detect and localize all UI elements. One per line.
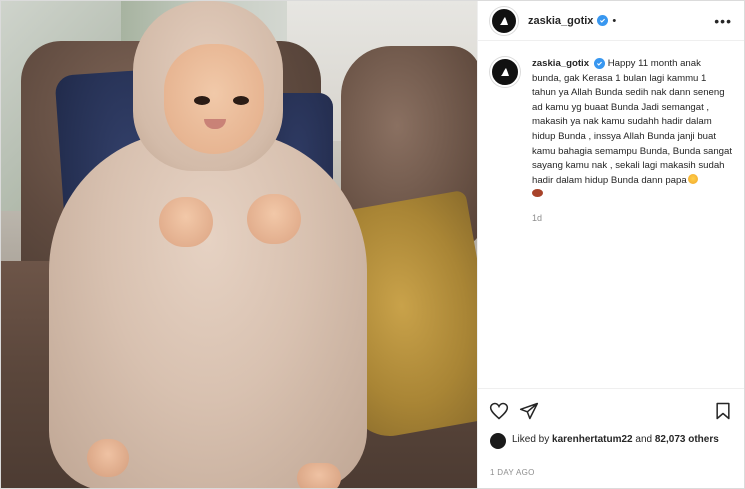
rugby-ball-emoji-icon — [532, 189, 543, 198]
baby-foot-right — [297, 463, 341, 488]
baby-hand-right — [247, 194, 301, 244]
comments-section: zaskia_gotix Happy 11 month anak bunda, … — [478, 41, 744, 388]
paper-plane-icon — [519, 402, 539, 419]
avatar[interactable] — [490, 6, 518, 35]
smiling-face-emoji-icon — [687, 173, 698, 184]
likes-joiner: and — [635, 434, 653, 445]
post-photo[interactable] — [1, 1, 477, 488]
baby-face — [164, 44, 264, 154]
bookmark-icon — [716, 402, 730, 419]
caption-avatar[interactable] — [490, 57, 520, 87]
header-separator: • — [612, 14, 617, 27]
header-username[interactable]: zaskia_gotix — [528, 15, 593, 27]
likes-count[interactable]: 82,073 others — [655, 434, 719, 445]
likes-text: Liked by karenhertatum22 and 82,073 othe… — [512, 432, 719, 447]
likes-prefix: Liked by — [512, 434, 550, 445]
action-bar — [478, 388, 744, 432]
baby-hand-left — [159, 197, 213, 247]
post-details-panel: zaskia_gotix • ••• zaskia_gotix Happy 11 — [477, 1, 744, 488]
baby-dress — [49, 131, 367, 488]
heart-icon — [489, 402, 509, 419]
baby-foot — [87, 439, 129, 477]
caption-row: zaskia_gotix Happy 11 month anak bunda, … — [490, 57, 732, 203]
caption-timestamp[interactable]: 1d — [532, 213, 732, 223]
caption-text: zaskia_gotix Happy 11 month anak bunda, … — [532, 57, 732, 203]
profile-logo-icon — [500, 16, 508, 25]
more-options-button[interactable]: ••• — [714, 14, 732, 28]
caption-username[interactable]: zaskia_gotix — [532, 58, 589, 69]
post-date[interactable]: 1 DAY AGO — [478, 466, 744, 488]
likes-summary: Liked by karenhertatum22 and 82,073 othe… — [478, 432, 744, 466]
post-header: zaskia_gotix • ••• — [478, 1, 744, 41]
save-button[interactable] — [712, 400, 734, 422]
instagram-post: zaskia_gotix • ••• zaskia_gotix Happy 11 — [0, 0, 745, 489]
caption-body: Happy 11 month anak bunda, gak Kerasa 1 … — [532, 58, 733, 186]
liker-username[interactable]: karenhertatum22 — [552, 434, 633, 445]
profile-logo-icon — [501, 68, 509, 76]
verified-badge-icon — [597, 15, 609, 26]
baby-eye-right — [233, 96, 249, 105]
baby-eye-left — [194, 96, 210, 105]
liker-avatar[interactable] — [490, 433, 506, 449]
like-button[interactable] — [488, 400, 510, 422]
verified-badge-icon — [593, 58, 605, 69]
share-button[interactable] — [518, 400, 540, 422]
